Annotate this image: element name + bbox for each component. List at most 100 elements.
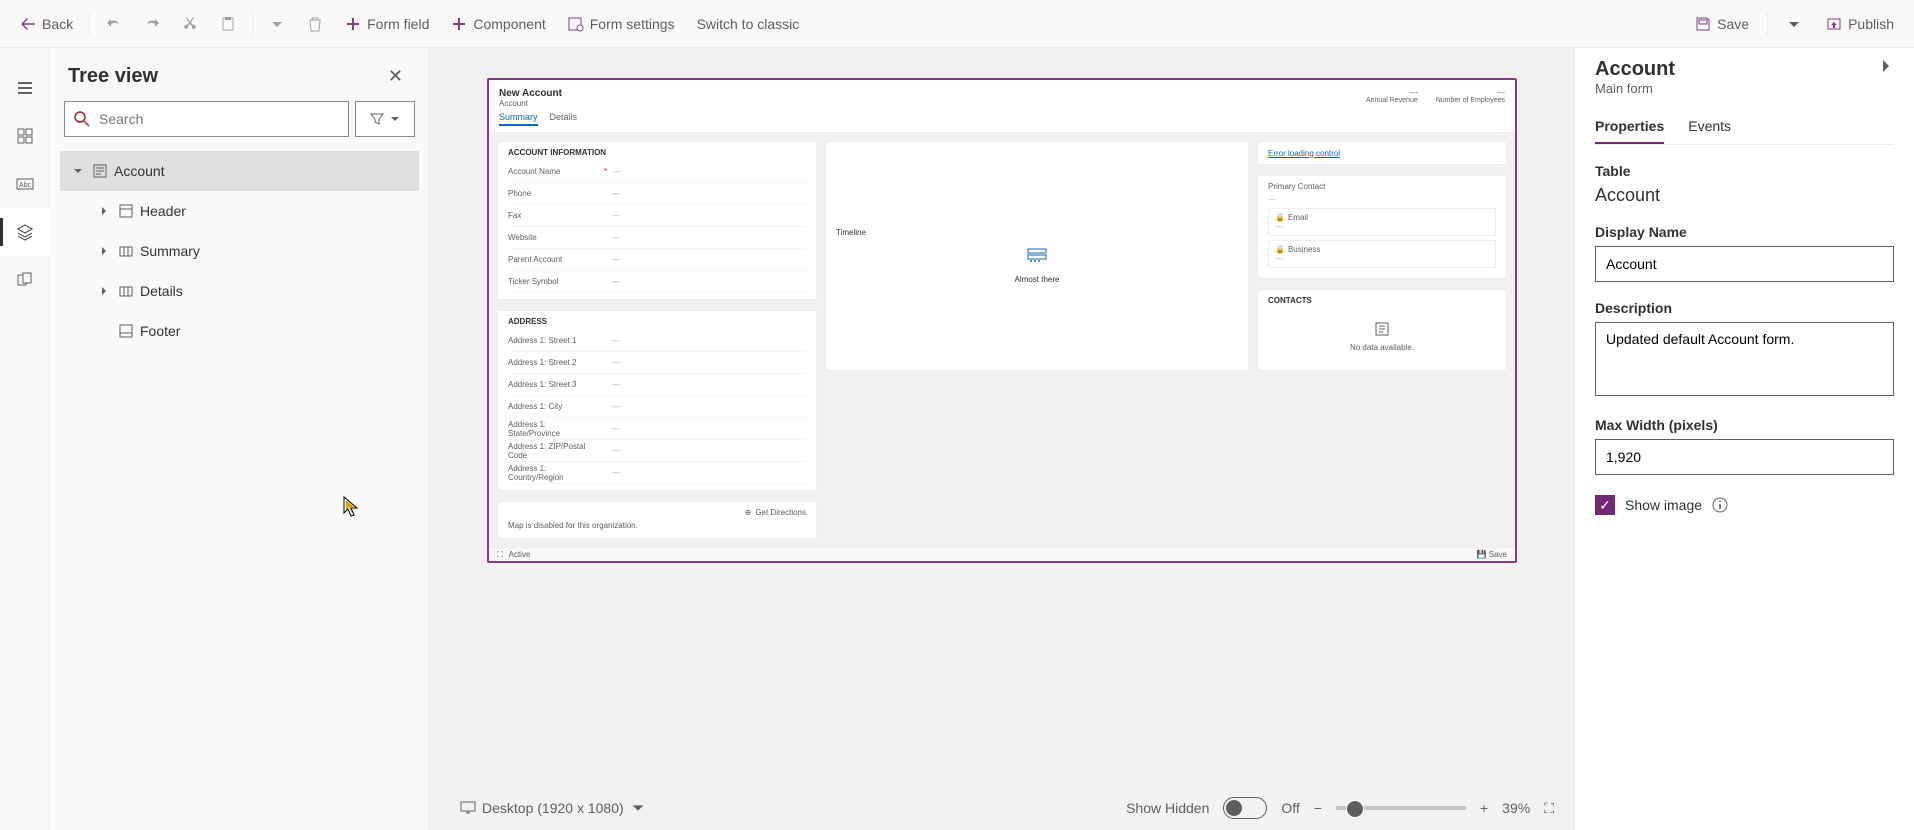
tab-events[interactable]: Events [1688, 110, 1731, 144]
toggle-state-label: Off [1281, 800, 1299, 816]
form-field-row[interactable]: Address 1: Street 1--- [508, 330, 806, 352]
canvas-area: New Account Account ---Annual Revenue --… [430, 48, 1574, 830]
form-field-row[interactable]: Parent Account--- [508, 249, 806, 271]
tree-search-box[interactable] [64, 101, 349, 137]
save-icon [1695, 16, 1711, 32]
max-width-label: Max Width (pixels) [1595, 417, 1894, 433]
contacts-section[interactable]: CONTACTS No data available. [1257, 289, 1507, 371]
fit-to-screen-button[interactable]: ⛶ [1544, 800, 1554, 817]
publish-icon [1826, 16, 1842, 32]
form-field-row[interactable]: Address 1: Street 3--- [508, 374, 806, 396]
collapse-panel-button[interactable] [1878, 58, 1894, 74]
cut-icon [182, 16, 198, 32]
zoom-in-button[interactable]: + [1480, 800, 1488, 816]
info-icon[interactable] [1712, 497, 1728, 513]
address-section[interactable]: ADDRESS Address 1: Street 1---Address 1:… [497, 310, 817, 491]
tree-summary-label: Summary [140, 243, 200, 259]
publish-button[interactable]: Publish [1816, 10, 1904, 38]
show-image-checkbox[interactable]: ✓ [1595, 495, 1615, 515]
form-preview[interactable]: New Account Account ---Annual Revenue --… [487, 78, 1517, 563]
max-width-input[interactable] [1595, 439, 1894, 475]
chevron-down-icon [1786, 16, 1802, 32]
back-label: Back [42, 16, 73, 32]
timeline-section[interactable]: Timeline Almost there [825, 141, 1249, 371]
save-dropdown[interactable] [1776, 10, 1812, 38]
tree-item-footer[interactable]: Footer [60, 311, 419, 351]
hamburger-icon [16, 79, 34, 97]
preview-tab-details[interactable]: Details [550, 110, 578, 126]
undo-button[interactable] [96, 10, 132, 38]
rail-tree-view[interactable] [0, 208, 50, 256]
form-field-label: Form field [367, 16, 429, 32]
chevron-down-icon [72, 165, 84, 177]
display-name-input[interactable] [1595, 246, 1894, 282]
save-button[interactable]: Save [1685, 10, 1759, 38]
form-settings-label: Form settings [590, 16, 675, 32]
primary-contact-section[interactable]: Primary Contact --- 🔒Email--- 🔒Business-… [1257, 175, 1507, 279]
form-field-row[interactable]: Fax--- [508, 205, 806, 227]
tree-item-header[interactable]: Header [60, 191, 419, 231]
filter-icon [369, 111, 385, 127]
zoom-out-button[interactable]: − [1314, 800, 1322, 816]
tree-filter-button[interactable] [355, 101, 415, 137]
form-field-row[interactable]: Account Name*--- [508, 161, 806, 183]
form-field-row[interactable]: Website--- [508, 227, 806, 249]
tree-item-account[interactable]: Account [60, 151, 419, 191]
show-hidden-label: Show Hidden [1126, 800, 1209, 816]
form-field-row[interactable]: Address 1: Country/Region--- [508, 462, 806, 484]
paste-dropdown[interactable] [259, 10, 295, 38]
rail-hamburger[interactable] [0, 64, 50, 112]
form-field-row[interactable]: Address 1: State/Province--- [508, 418, 806, 440]
no-data-icon [1374, 321, 1390, 337]
tree-root-label: Account [114, 163, 165, 179]
component-button[interactable]: Component [441, 10, 555, 38]
cut-button[interactable] [172, 10, 208, 38]
tree-search-input[interactable] [99, 111, 340, 127]
rail-fields[interactable]: Abc [0, 160, 50, 208]
form-field-row[interactable]: Phone--- [508, 183, 806, 205]
tab-icon [119, 244, 133, 258]
form-field-button[interactable]: Form field [335, 10, 439, 38]
description-input[interactable] [1595, 322, 1894, 396]
display-name-label: Display Name [1595, 224, 1894, 240]
rail-library[interactable] [0, 256, 50, 304]
show-hidden-toggle[interactable] [1223, 797, 1267, 819]
form-field-row[interactable]: Address 1: Street 2--- [508, 352, 806, 374]
table-value: Account [1595, 185, 1894, 206]
tree-item-summary[interactable]: Summary [60, 231, 419, 271]
tree-footer-label: Footer [140, 323, 180, 339]
delete-icon [307, 16, 323, 32]
divider [1767, 12, 1768, 36]
chevron-right-icon [98, 245, 110, 257]
form-field-row[interactable]: Address 1: City--- [508, 396, 806, 418]
account-info-section[interactable]: ACCOUNT INFORMATION Account Name*---Phon… [497, 141, 817, 300]
preview-tab-summary[interactable]: Summary [499, 110, 538, 126]
monitor-icon [460, 800, 476, 816]
undo-icon [106, 16, 122, 32]
redo-icon [144, 16, 160, 32]
zoom-slider[interactable] [1336, 806, 1466, 810]
publish-label: Publish [1848, 16, 1894, 32]
map-section[interactable]: ⊕Get Directions Map is disabled for this… [497, 501, 817, 539]
redo-button[interactable] [134, 10, 170, 38]
device-label: Desktop (1920 x 1080) [482, 800, 624, 816]
tab-properties[interactable]: Properties [1595, 110, 1664, 144]
form-field-row[interactable]: Address 1: ZIP/Postal Code--- [508, 440, 806, 462]
paste-button[interactable] [210, 10, 246, 38]
switch-classic-button[interactable]: Switch to classic [687, 10, 810, 38]
tree-view-panel: Tree view ✕ Account Header [50, 48, 430, 830]
delete-button[interactable] [297, 10, 333, 38]
left-rail: Abc [0, 48, 50, 830]
tree-item-details[interactable]: Details [60, 271, 419, 311]
rail-components[interactable] [0, 112, 50, 160]
close-tree-button[interactable]: ✕ [380, 62, 411, 91]
error-card[interactable]: Error loading control [1257, 141, 1507, 165]
form-field-row[interactable]: Ticker Symbol--- [508, 271, 806, 293]
back-button[interactable]: Back [10, 10, 83, 38]
abc-icon: Abc [16, 175, 34, 193]
form-settings-button[interactable]: Form settings [558, 10, 685, 38]
tab-icon [119, 284, 133, 298]
divider [252, 12, 253, 36]
error-loading-link[interactable]: Error loading control [1268, 149, 1340, 158]
device-selector[interactable]: Desktop (1920 x 1080) [450, 794, 656, 822]
